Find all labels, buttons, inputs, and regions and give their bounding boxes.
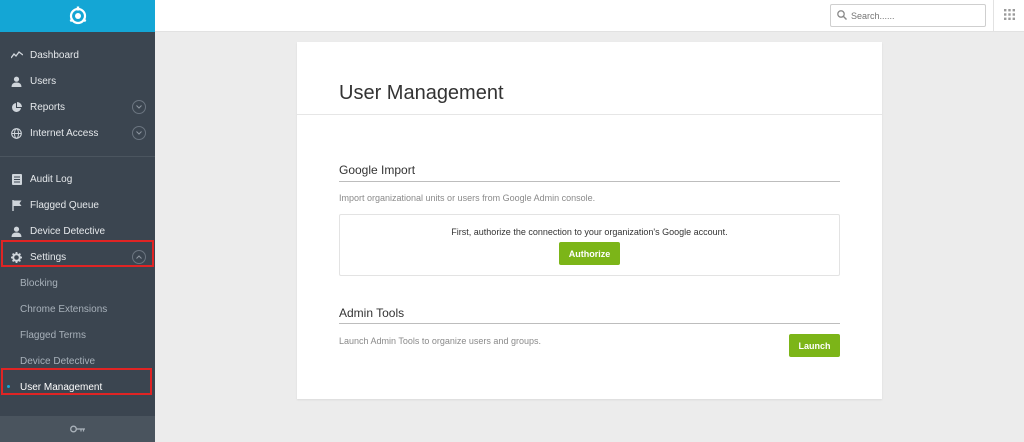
google-import-divider	[339, 181, 840, 182]
chevron-down-icon[interactable]	[132, 126, 146, 140]
google-import-description: Import organizational units or users fro…	[339, 193, 596, 203]
user-management-card: User Management Google Import Import org…	[297, 42, 882, 399]
search-box[interactable]	[830, 4, 986, 27]
authorize-panel: First, authorize the connection to your …	[339, 214, 840, 276]
sidebar-subitem-label: Device Detective	[20, 355, 96, 367]
sidebar-item-label: Device Detective	[30, 225, 106, 237]
search-icon	[837, 7, 847, 25]
chevron-up-icon[interactable]	[132, 250, 146, 264]
pie-chart-icon	[10, 101, 23, 114]
sidebar-item-users[interactable]: Users	[0, 68, 155, 94]
sidebar-subitem-label: Flagged Terms	[20, 329, 86, 341]
search-input[interactable]	[851, 10, 971, 21]
sidebar-item-label: Flagged Queue	[30, 199, 99, 211]
sidebar-item-audit-log[interactable]: Audit Log	[0, 166, 155, 192]
google-import-title: Google Import	[339, 163, 416, 177]
admin-tools-title: Admin Tools	[339, 306, 405, 320]
sidebar-footer[interactable]	[0, 416, 155, 442]
sidebar-item-dashboard[interactable]: Dashboard	[0, 42, 155, 68]
sidebar-item-settings[interactable]: Settings	[0, 244, 155, 270]
sidebar-item-flagged-queue[interactable]: Flagged Queue	[0, 192, 155, 218]
chevron-down-icon[interactable]	[132, 100, 146, 114]
sidebar-subitem-label: Chrome Extensions	[20, 303, 108, 315]
sidebar-subitem-label: Blocking	[20, 277, 58, 289]
sidebar: Dashboard Users Reports Internet Access …	[0, 0, 155, 442]
sidebar-item-device-detective[interactable]: Device Detective	[0, 218, 155, 244]
sidebar-subitem-user-management[interactable]: User Management	[0, 374, 155, 400]
logo-bar[interactable]	[0, 0, 155, 32]
active-indicator-icon	[7, 385, 10, 388]
key-icon	[69, 420, 86, 438]
apps-grid-button[interactable]	[993, 0, 1024, 32]
app-logo-icon	[69, 6, 86, 25]
sidebar-item-label: Users	[30, 75, 57, 87]
top-bar	[155, 0, 1024, 32]
sidebar-subitem-device-detective[interactable]: Device Detective	[0, 348, 155, 374]
sidebar-item-label: Reports	[30, 101, 66, 113]
chart-line-icon	[10, 49, 23, 62]
sidebar-subitem-label: User Management	[20, 381, 103, 393]
sidebar-item-label: Audit Log	[30, 173, 73, 185]
admin-tools-description: Launch Admin Tools to organize users and…	[339, 336, 541, 346]
authorize-button[interactable]: Authorize	[559, 242, 620, 265]
list-icon	[10, 173, 23, 186]
sidebar-subitem-blocking[interactable]: Blocking	[0, 270, 155, 296]
sidebar-item-label: Internet Access	[30, 127, 99, 139]
page-title: User Management	[339, 82, 504, 104]
flag-icon	[10, 199, 23, 212]
authorize-text: First, authorize the connection to your …	[451, 227, 728, 237]
globe-icon	[10, 127, 23, 140]
sidebar-item-label: Settings	[30, 251, 67, 263]
title-divider	[297, 114, 882, 115]
admin-tools-divider	[339, 323, 840, 324]
sidebar-divider	[0, 156, 155, 157]
launch-button[interactable]: Launch	[789, 334, 840, 357]
sidebar-item-internet-access[interactable]: Internet Access	[0, 120, 155, 146]
user-icon	[10, 225, 23, 238]
grid-icon	[1003, 7, 1015, 25]
gear-icon	[10, 251, 23, 264]
sidebar-subitem-chrome-extensions[interactable]: Chrome Extensions	[0, 296, 155, 322]
user-icon	[10, 75, 23, 88]
sidebar-item-reports[interactable]: Reports	[0, 94, 155, 120]
sidebar-item-label: Dashboard	[30, 49, 79, 61]
sidebar-subitem-flagged-terms[interactable]: Flagged Terms	[0, 322, 155, 348]
